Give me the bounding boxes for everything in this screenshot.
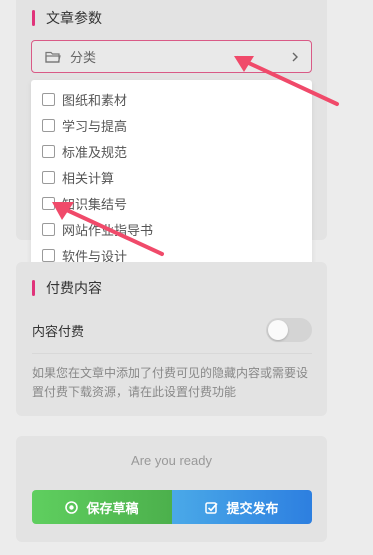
category-checkbox[interactable] <box>42 170 55 184</box>
paid-content-header: 付费内容 <box>32 278 102 298</box>
paid-toggle-row: 内容付费 <box>32 318 312 342</box>
category-option-label: 网站作业指导书 <box>62 223 154 239</box>
publish-button[interactable]: 提交发布 <box>172 490 312 524</box>
category-checkbox[interactable] <box>42 144 55 158</box>
paid-content-title: 付费内容 <box>46 281 102 297</box>
section-accent-bar <box>32 10 35 26</box>
category-checkbox[interactable] <box>42 222 55 236</box>
category-option[interactable]: 知识集结号 <box>31 190 312 216</box>
chevron-right-icon <box>289 51 301 63</box>
category-select-placeholder: 分类 <box>70 51 97 66</box>
paid-content-description: 如果您在文章中添加了付费可见的隐藏内容或需要设置付费下载资源，请在此设置付费功能 <box>32 366 309 399</box>
category-dropdown: 图纸和素材 学习与提高 标准及规范 相关计算 知识集结号 网站作业指导书 软件与… <box>31 80 312 273</box>
category-option-label: 相关计算 <box>62 171 115 187</box>
category-option[interactable]: 相关计算 <box>31 164 312 190</box>
toggle-knob <box>268 320 288 340</box>
category-checkbox[interactable] <box>42 118 55 132</box>
category-select[interactable]: 分类 <box>31 40 312 73</box>
category-option-label: 标准及规范 <box>62 145 128 161</box>
category-option-label: 图纸和素材 <box>62 93 128 109</box>
edit-check-icon <box>205 501 219 514</box>
category-option[interactable]: 图纸和素材 <box>31 86 312 112</box>
category-option-label: 知识集结号 <box>62 197 128 213</box>
paid-toggle-label: 内容付费 <box>32 324 85 340</box>
save-draft-button[interactable]: 保存草稿 <box>32 490 172 524</box>
section-accent-bar <box>32 280 35 296</box>
article-params-title: 文章参数 <box>46 11 102 27</box>
save-draft-label: 保存草稿 <box>86 501 139 517</box>
category-option[interactable]: 学习与提高 <box>31 112 312 138</box>
divider <box>32 353 312 354</box>
folder-icon <box>45 50 61 64</box>
category-checkbox[interactable] <box>42 248 55 262</box>
record-icon <box>65 500 79 514</box>
submit-card: Are you ready 保存草稿 提交发布 <box>16 436 327 542</box>
category-checkbox[interactable] <box>42 92 55 106</box>
article-params-header: 文章参数 <box>32 8 102 28</box>
paid-content-card: 付费内容 内容付费 如果您在文章中添加了付费可见的隐藏内容或需要设置付费下载资源… <box>16 262 327 416</box>
category-checkbox[interactable] <box>42 196 55 210</box>
category-option[interactable]: 网站作业指导书 <box>31 216 312 242</box>
category-option-label: 学习与提高 <box>62 119 128 135</box>
paid-content-toggle[interactable] <box>266 318 312 342</box>
publish-label: 提交发布 <box>226 501 279 517</box>
ready-text: Are you ready <box>131 453 212 468</box>
category-option[interactable]: 标准及规范 <box>31 138 312 164</box>
